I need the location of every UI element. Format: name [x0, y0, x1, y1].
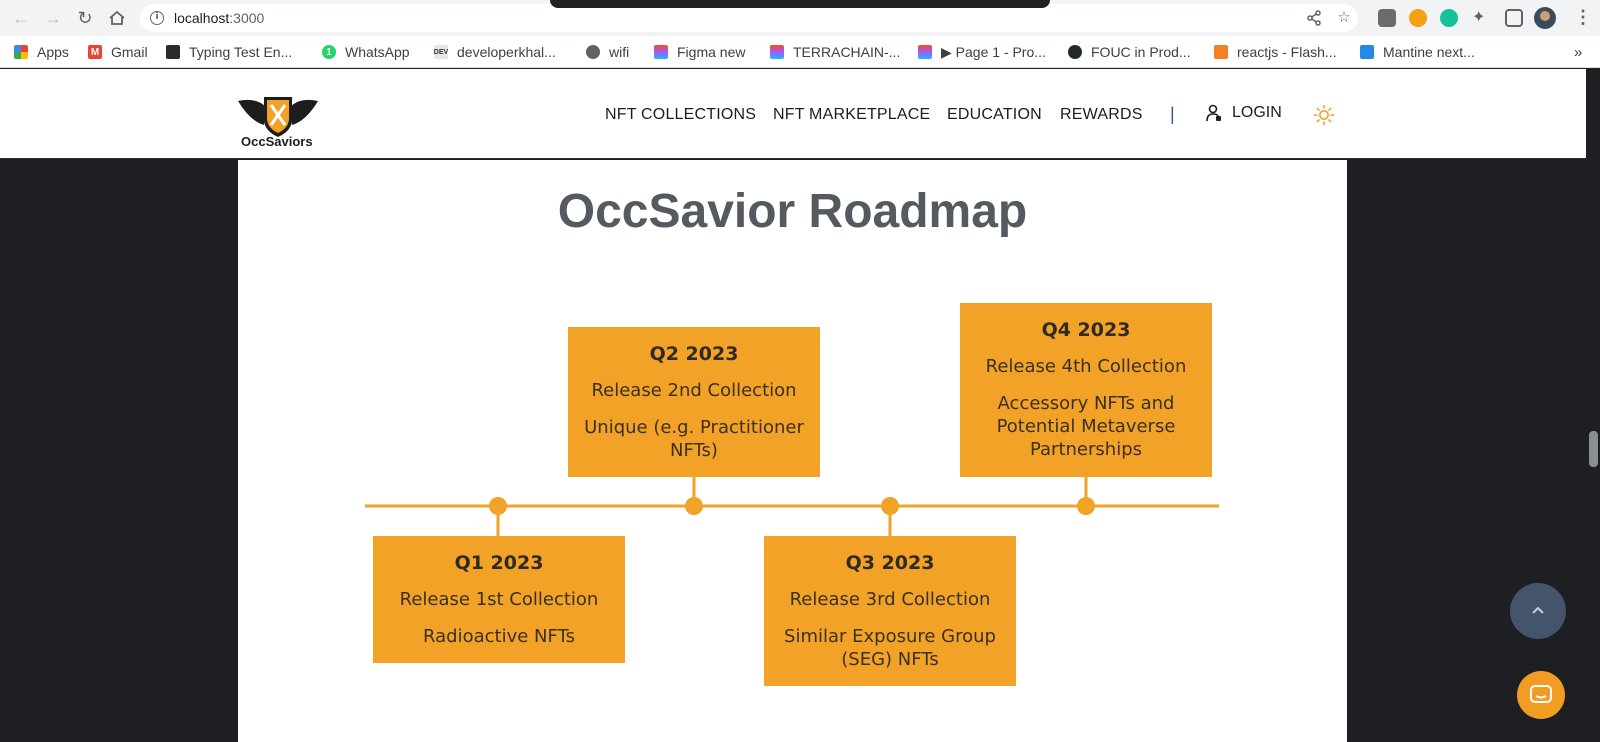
mantine-icon [1360, 45, 1374, 59]
bookmark-typing-test[interactable]: Typing Test En... [166, 42, 292, 62]
stackoverflow-icon [1214, 45, 1228, 59]
roadmap-card-q1: Q1 2023 Release 1st Collection Radioacti… [373, 536, 625, 663]
card-line2: Radioactive NFTs [423, 626, 575, 647]
timeline-dot [881, 497, 899, 515]
developer-icon: DEV [434, 45, 448, 59]
card-line1: Release 2nd Collection [591, 380, 797, 401]
login-button[interactable]: LOGIN [1206, 104, 1282, 122]
nav-education[interactable]: EDUCATION [947, 106, 1042, 124]
bookmark-wifi[interactable]: wifi [586, 42, 629, 62]
bookmarks-more[interactable]: » [1574, 44, 1582, 61]
roadmap-card-q2: Q2 2023 Release 2nd Collection Unique (e… [568, 327, 820, 477]
scrollbar-thumb[interactable] [1589, 431, 1598, 467]
side-panel-icon[interactable] [1505, 9, 1523, 27]
timeline-dot [1077, 497, 1095, 515]
bookmark-whatsapp[interactable]: 1 WhatsApp [322, 42, 410, 62]
profile-avatar[interactable] [1534, 7, 1556, 29]
site-header: OccSaviors NFT COLLECTIONS NFT MARKETPLA… [0, 69, 1586, 159]
nav-nft-collections[interactable]: NFT COLLECTIONS [605, 106, 756, 124]
card-quarter: Q4 2023 [1041, 319, 1131, 341]
whatsapp-icon: 1 [322, 45, 336, 59]
user-icon [1206, 104, 1221, 122]
github-icon [1068, 45, 1082, 59]
bookmark-gmail[interactable]: M Gmail [88, 42, 148, 62]
bookmark-fouc[interactable]: FOUC in Prod... [1068, 42, 1191, 62]
bookmark-apps[interactable]: Apps [14, 42, 69, 62]
extensions-icon[interactable]: ✦ [1472, 9, 1490, 27]
nav-rewards[interactable]: REWARDS [1060, 106, 1143, 124]
extension-icon[interactable] [1378, 9, 1396, 27]
address-bar[interactable]: i localhost:3000 ☆ [140, 4, 1358, 32]
figma-icon [770, 45, 784, 59]
nav-separator: | [1170, 104, 1175, 124]
timeline-dot [685, 497, 703, 515]
forward-icon[interactable]: → [42, 7, 64, 29]
logo-text: OccSaviors [241, 134, 313, 149]
login-label: LOGIN [1232, 104, 1282, 121]
card-quarter: Q2 2023 [649, 343, 739, 365]
bookmark-developer[interactable]: DEV developerkhal... [434, 42, 556, 62]
roadmap-card-q3: Q3 2023 Release 3rd Collection Similar E… [764, 536, 1016, 686]
figma-icon [918, 45, 932, 59]
card-quarter: Q3 2023 [845, 552, 935, 574]
roadmap-card-q4: Q4 2023 Release 4th Collection Accessory… [960, 303, 1212, 477]
bookmark-page1[interactable]: ▶ Page 1 - Pro... [918, 42, 1046, 62]
bookmarks-bar: Apps M Gmail Typing Test En... 1 WhatsApp … [0, 36, 1600, 68]
extension-icon[interactable] [1409, 9, 1427, 27]
card-line2: Accessory NFTs and Potential Metaverse P… [996, 393, 1176, 460]
home-icon[interactable] [106, 7, 128, 29]
bookmark-mantine[interactable]: Mantine next... [1360, 42, 1475, 62]
card-line2: Similar Exposure Group (SEG) NFTs [784, 626, 996, 670]
scroll-to-top-button[interactable] [1510, 583, 1566, 639]
back-icon[interactable]: ← [10, 7, 32, 29]
card-quarter: Q1 2023 [454, 552, 544, 574]
extension-icon[interactable] [1440, 9, 1458, 27]
timeline-dot [489, 497, 507, 515]
scrollbar-track[interactable] [1586, 69, 1600, 742]
gmail-icon: M [88, 45, 102, 59]
card-line1: Release 1st Collection [399, 589, 599, 610]
info-icon[interactable]: i [150, 11, 164, 25]
apps-grid-icon [14, 45, 28, 59]
chat-launcher-button[interactable] [1517, 671, 1565, 719]
share-icon[interactable] [1306, 10, 1322, 26]
screen-share-bar [550, 0, 1050, 8]
card-line1: Release 4th Collection [985, 356, 1187, 377]
card-line1: Release 3rd Collection [789, 589, 991, 610]
sun-icon[interactable] [1313, 104, 1335, 126]
globe-icon [586, 45, 600, 59]
menu-icon[interactable]: ⋮ [1574, 8, 1592, 26]
figma-icon [654, 45, 668, 59]
bookmark-terrachain[interactable]: TERRACHAIN-... [770, 42, 900, 62]
logo-icon[interactable] [236, 95, 320, 139]
nav-nft-marketplace[interactable]: NFT MARKETPLACE [773, 106, 930, 124]
star-icon[interactable]: ☆ [1336, 10, 1352, 26]
chat-icon [1530, 685, 1552, 703]
card-line2: Unique (e.g. Practitioner NFTs) [584, 417, 804, 461]
roadmap-section: OccSavior Roadmap Q1 2023 Release 1st Co… [238, 160, 1347, 742]
typing-test-icon [166, 45, 180, 59]
browser-toolbar: ← → ↻ i localhost:3000 ☆ ✦ ⋮ [0, 0, 1600, 36]
bookmark-figma-new[interactable]: Figma new [654, 42, 745, 62]
chevron-up-icon [1532, 606, 1544, 614]
bookmark-reactjs[interactable]: reactjs - Flash... [1214, 42, 1337, 62]
reload-icon[interactable]: ↻ [74, 7, 96, 29]
url-text: localhost:3000 [174, 10, 265, 26]
